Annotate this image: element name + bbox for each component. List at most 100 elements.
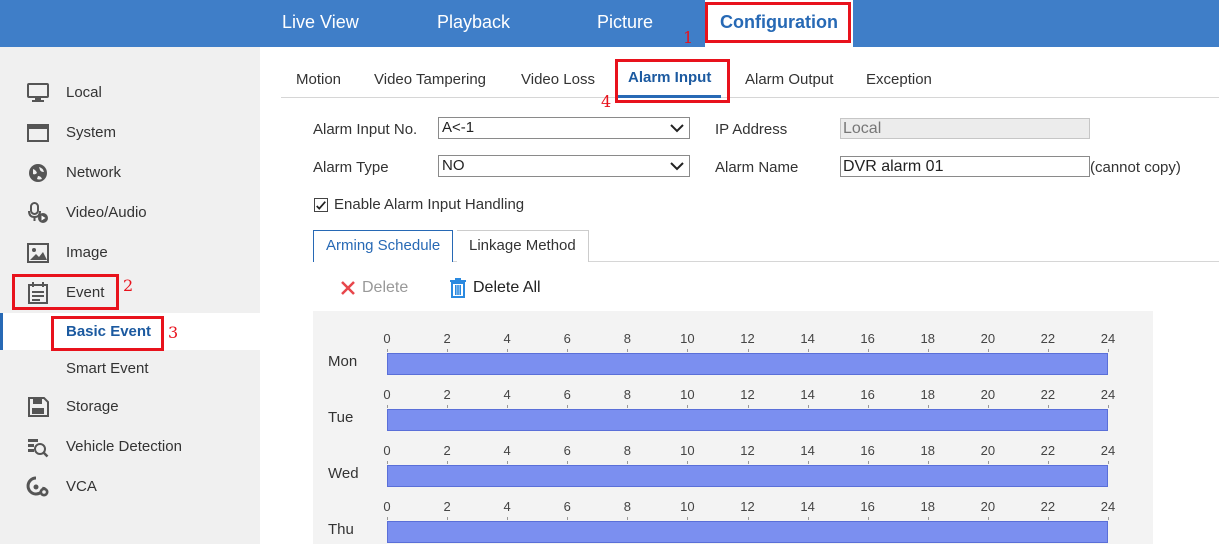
chevron-down-icon <box>670 162 684 171</box>
hour-tick-mark <box>507 461 509 464</box>
hour-tick-label: 14 <box>800 331 815 346</box>
schedule-bar-wed[interactable] <box>387 465 1108 487</box>
hour-tick-mark <box>747 517 749 520</box>
sidebar-item-local[interactable]: Local <box>0 73 260 113</box>
sidebar-item-storage[interactable]: Storage <box>0 387 260 427</box>
hour-tick-mark <box>987 349 989 352</box>
trash-icon <box>450 277 466 298</box>
hour-tick-label: 16 <box>860 499 875 514</box>
tab-video-loss[interactable]: Video Loss <box>521 60 595 98</box>
monitor-icon <box>27 83 49 102</box>
alarm-type-select[interactable]: NO <box>438 155 690 177</box>
hour-tick-label: 12 <box>740 331 755 346</box>
hour-tick-mark <box>687 461 689 464</box>
hour-tick-mark <box>987 461 989 464</box>
sidebar-item-network[interactable]: Network <box>0 153 260 193</box>
floppy-disk-icon <box>28 397 49 417</box>
alarm-input-no-label: Alarm Input No. <box>313 121 418 138</box>
sidebar-subitem-label: Basic Event <box>66 323 152 340</box>
hour-tick-mark <box>1108 349 1109 352</box>
hour-tick-mark <box>687 349 689 352</box>
hour-tick-mark <box>387 405 388 408</box>
schedule-bar-mon[interactable] <box>387 353 1108 375</box>
hour-tick-mark <box>927 349 929 352</box>
alarm-name-label: Alarm Name <box>715 159 799 176</box>
sidebar-item-label: Vehicle Detection <box>66 438 182 455</box>
hour-tick-mark <box>867 461 869 464</box>
sidebar-item-label: Image <box>66 244 108 261</box>
schedule-grid: 0 2 4 6 8 10 12 14 16 18 20 22 24 Mon 0 2 4 6 8 10 12 14 16 18 2… <box>313 311 1153 544</box>
hour-tick-label: 12 <box>740 499 755 514</box>
hour-tick-mark <box>987 517 989 520</box>
hour-tick-label: 22 <box>1040 387 1056 402</box>
hour-tick-label: 2 <box>443 331 451 346</box>
enable-alarm-input-checkbox[interactable] <box>314 198 328 212</box>
nav-configuration[interactable]: Configuration <box>705 0 853 47</box>
hour-tick-mark <box>567 349 569 352</box>
hour-tick-label: 20 <box>980 387 996 402</box>
hour-tick-label: 8 <box>623 499 631 514</box>
hour-tick-label: 14 <box>800 387 815 402</box>
delete-all-label: Delete All <box>473 279 541 296</box>
hour-tick-label: 0 <box>383 331 391 346</box>
hour-tick-mark <box>507 349 509 352</box>
sidebar-item-system[interactable]: System <box>0 113 260 153</box>
sidebar-item-image[interactable]: Image <box>0 233 260 273</box>
hour-tick-label: 24 <box>1100 443 1116 458</box>
delete-button[interactable]: Delete <box>340 276 408 300</box>
tab-video-tampering[interactable]: Video Tampering <box>374 60 486 98</box>
day-label: Mon <box>328 353 358 370</box>
hour-tick-label: 10 <box>680 331 695 346</box>
sidebar-subitem-basic-event[interactable]: Basic Event <box>0 313 260 350</box>
sidebar-item-vca[interactable]: VCA <box>0 467 260 507</box>
hour-tick-mark <box>1047 461 1049 464</box>
alarm-input-no-select[interactable]: A<-1 <box>438 117 690 139</box>
hour-tick-mark <box>807 349 809 352</box>
tab-exception[interactable]: Exception <box>866 60 932 98</box>
tab-alarm-output[interactable]: Alarm Output <box>745 60 833 98</box>
hour-tick-label: 12 <box>740 443 755 458</box>
nav-live-view[interactable]: Live View <box>282 0 359 47</box>
hour-tick-label: 14 <box>800 443 815 458</box>
hour-tick-mark <box>807 461 809 464</box>
day-label: Tue <box>328 409 354 426</box>
checkmark-icon <box>316 201 326 210</box>
tab-motion[interactable]: Motion <box>296 60 341 98</box>
schedule-bar-thu[interactable] <box>387 521 1108 543</box>
schedule-bar-tue[interactable] <box>387 409 1108 431</box>
chevron-down-icon <box>670 124 684 133</box>
sidebar-subitem-label: Smart Event <box>66 360 149 377</box>
tab-alarm-input[interactable]: Alarm Input <box>618 60 722 98</box>
tab-arming-schedule[interactable]: Arming Schedule <box>313 230 454 262</box>
hour-tick-label: 0 <box>383 499 391 514</box>
alarm-name-field[interactable]: DVR alarm 01 <box>840 156 1090 177</box>
hour-tick-mark <box>807 405 809 408</box>
hour-tick-mark <box>567 461 569 464</box>
nav-playback[interactable]: Playback <box>437 0 510 47</box>
hour-tick-mark <box>1108 405 1109 408</box>
hour-tick-label: 8 <box>623 443 631 458</box>
sidebar-subitem-smart-event[interactable]: Smart Event <box>0 350 260 387</box>
hour-tick-label: 10 <box>680 387 695 402</box>
annotation-number-3: 3 <box>168 323 179 342</box>
window-icon <box>27 124 49 142</box>
hour-tick-label: 4 <box>503 331 511 346</box>
hour-tick-mark <box>1047 349 1049 352</box>
hour-tick-label: 20 <box>980 443 996 458</box>
sidebar-item-vehicle-detection[interactable]: Vehicle Detection <box>0 427 260 467</box>
hour-tick-mark <box>387 461 388 464</box>
day-label: Wed <box>328 465 359 482</box>
delete-all-button[interactable]: Delete All <box>449 276 541 300</box>
hour-tick-label: 20 <box>980 331 996 346</box>
tab-linkage-method[interactable]: Linkage Method <box>457 230 589 262</box>
hour-tick-mark <box>747 461 749 464</box>
sidebar-item-video-audio[interactable]: Video/Audio <box>0 193 260 233</box>
sidebar-item-label: Storage <box>66 398 119 415</box>
hour-tick-mark <box>747 349 749 352</box>
hour-tick-mark <box>387 349 388 352</box>
vehicle-search-icon <box>28 439 49 458</box>
nav-picture[interactable]: Picture <box>597 0 653 47</box>
close-icon <box>341 280 355 295</box>
hour-tick-label: 24 <box>1100 331 1116 346</box>
alarm-input-no-value: A<-1 <box>442 119 475 136</box>
